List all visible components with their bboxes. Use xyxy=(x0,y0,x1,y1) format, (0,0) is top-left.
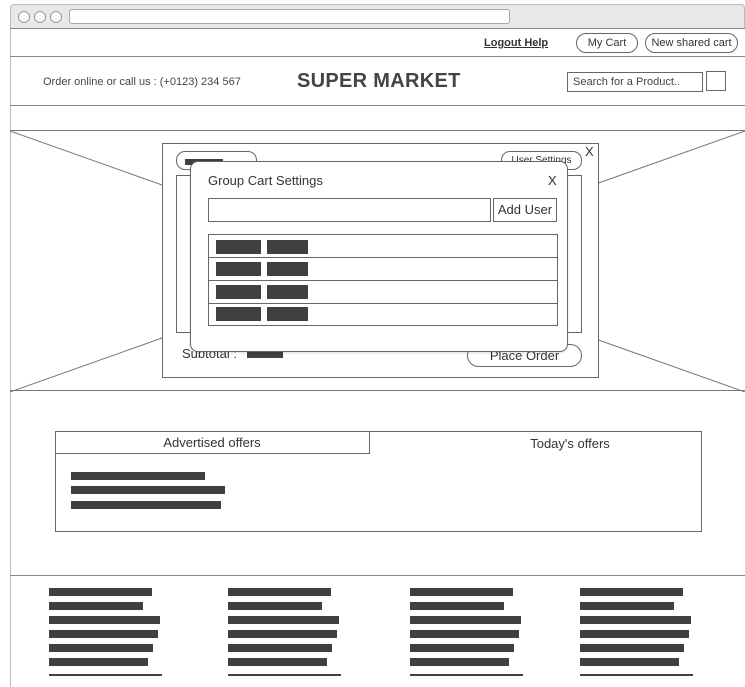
browser-window-bar xyxy=(10,4,745,29)
add-user-button[interactable]: Add User xyxy=(493,198,557,222)
divider xyxy=(10,56,745,57)
dialog-title: Group Cart Settings xyxy=(208,173,323,188)
user-role-placeholder xyxy=(267,240,308,254)
user-role-placeholder xyxy=(267,262,308,276)
footer-link-placeholder[interactable] xyxy=(228,588,331,596)
footer-link-placeholder[interactable] xyxy=(228,644,332,652)
window-close-icon[interactable] xyxy=(18,11,30,23)
user-name-placeholder xyxy=(216,262,261,276)
list-item[interactable] xyxy=(209,304,557,326)
brand-title: SUPER MARKET xyxy=(297,70,461,92)
window-maximize-icon[interactable] xyxy=(50,11,62,23)
footer-link-placeholder[interactable] xyxy=(580,588,683,596)
footer-link-placeholder[interactable] xyxy=(580,658,679,666)
offer-text-line xyxy=(71,486,225,494)
tab-advertised-offers[interactable]: Advertised offers xyxy=(55,431,370,454)
address-bar[interactable] xyxy=(69,9,510,24)
footer-link-placeholder[interactable] xyxy=(228,602,322,610)
search-input[interactable]: Search for a Product.. xyxy=(567,72,703,92)
user-name-placeholder xyxy=(216,307,261,321)
footer-link-placeholder[interactable] xyxy=(49,630,158,638)
footer-link-placeholder[interactable] xyxy=(410,588,513,596)
footer-link-placeholder[interactable] xyxy=(410,658,509,666)
window-minimize-icon[interactable] xyxy=(34,11,46,23)
footer-link-placeholder[interactable] xyxy=(580,602,674,610)
footer-link-placeholder[interactable] xyxy=(410,644,514,652)
footer-link-placeholder[interactable] xyxy=(580,644,684,652)
footer-link-placeholder[interactable] xyxy=(410,616,521,624)
footer-link-placeholder xyxy=(49,674,162,676)
footer-column xyxy=(49,588,164,687)
my-cart-button[interactable]: My Cart xyxy=(576,33,638,53)
list-item[interactable] xyxy=(209,235,557,258)
dialog-close-button[interactable]: X xyxy=(548,173,557,188)
footer-column xyxy=(410,588,525,687)
divider xyxy=(10,105,745,106)
new-shared-cart-button[interactable]: New shared cart xyxy=(645,33,738,53)
offer-text-line xyxy=(71,472,205,480)
footer-link-placeholder[interactable] xyxy=(410,602,504,610)
user-role-placeholder xyxy=(267,307,308,321)
footer-link-placeholder[interactable] xyxy=(410,630,519,638)
footer-link-placeholder xyxy=(580,674,693,676)
footer-link-placeholder[interactable] xyxy=(580,616,691,624)
footer-link-placeholder[interactable] xyxy=(228,658,327,666)
footer-link-placeholder xyxy=(410,674,523,676)
divider xyxy=(10,28,745,29)
footer-link-placeholder[interactable] xyxy=(49,658,148,666)
footer-column xyxy=(580,588,695,687)
contact-info: Order online or call us : (+0123) 234 56… xyxy=(43,76,241,88)
offer-text-line xyxy=(71,501,221,509)
cart-close-button[interactable]: X xyxy=(585,144,594,159)
add-user-input[interactable] xyxy=(208,198,491,222)
footer-link-placeholder[interactable] xyxy=(49,602,143,610)
footer-divider xyxy=(10,575,745,576)
search-button[interactable] xyxy=(706,71,726,91)
footer-link-placeholder[interactable] xyxy=(228,630,337,638)
footer-column xyxy=(228,588,343,687)
footer-link-placeholder[interactable] xyxy=(49,616,160,624)
user-list xyxy=(208,234,558,326)
footer-link-placeholder[interactable] xyxy=(580,630,689,638)
logout-help-link[interactable]: Logout Help xyxy=(484,37,548,49)
list-item[interactable] xyxy=(209,281,557,304)
footer-link-placeholder[interactable] xyxy=(49,644,153,652)
list-item[interactable] xyxy=(209,258,557,281)
user-name-placeholder xyxy=(216,285,261,299)
user-role-placeholder xyxy=(267,285,308,299)
tab-todays-offers[interactable]: Today's offers xyxy=(440,436,700,451)
footer-link-placeholder[interactable] xyxy=(49,588,152,596)
user-name-placeholder xyxy=(216,240,261,254)
footer-link-placeholder[interactable] xyxy=(228,616,339,624)
footer-link-placeholder xyxy=(228,674,341,676)
